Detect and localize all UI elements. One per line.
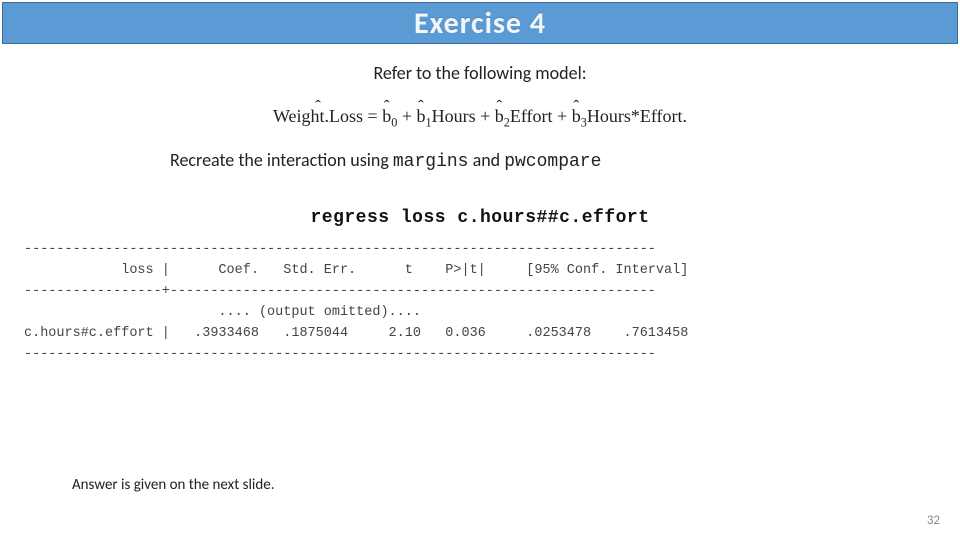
title-bar: Exercise 4 [2, 2, 958, 44]
term3: Hours*Effort [587, 106, 683, 126]
regress-command: regress loss c.hours##c.effort [0, 208, 960, 228]
b1: b [416, 106, 425, 127]
formula-lhs: Weight.Loss [273, 106, 363, 127]
model-formula: Weight.Loss = b0 + b1Hours + b2Effort + … [0, 106, 960, 127]
formula-eq: = [368, 106, 383, 126]
stata-output: ----------------------------------------… [24, 240, 936, 366]
task-code-pwcompare: pwcompare [504, 152, 601, 172]
term1: Hours [432, 106, 476, 126]
task-code-margins: margins [393, 152, 469, 172]
task-line: Recreate the interaction using margins a… [170, 149, 960, 172]
formula-dot: . [682, 106, 687, 126]
b0: b [382, 106, 391, 127]
plus3: + [557, 106, 572, 126]
term2: Effort [510, 106, 553, 126]
task-mid: and [469, 149, 505, 171]
page-number: 32 [927, 513, 940, 528]
slide: Exercise 4 Refer to the following model:… [0, 2, 960, 540]
b0-sub: 0 [391, 116, 397, 130]
footer-note: Answer is given on the next slide. [72, 476, 275, 494]
task-pre: Recreate the interaction using [170, 149, 393, 171]
b2: b [495, 106, 504, 127]
title-text: Exercise 4 [414, 5, 546, 42]
plus2: + [480, 106, 495, 126]
intro-text: Refer to the following model: [0, 62, 960, 84]
b3: b [572, 106, 581, 127]
plus1: + [402, 106, 417, 126]
